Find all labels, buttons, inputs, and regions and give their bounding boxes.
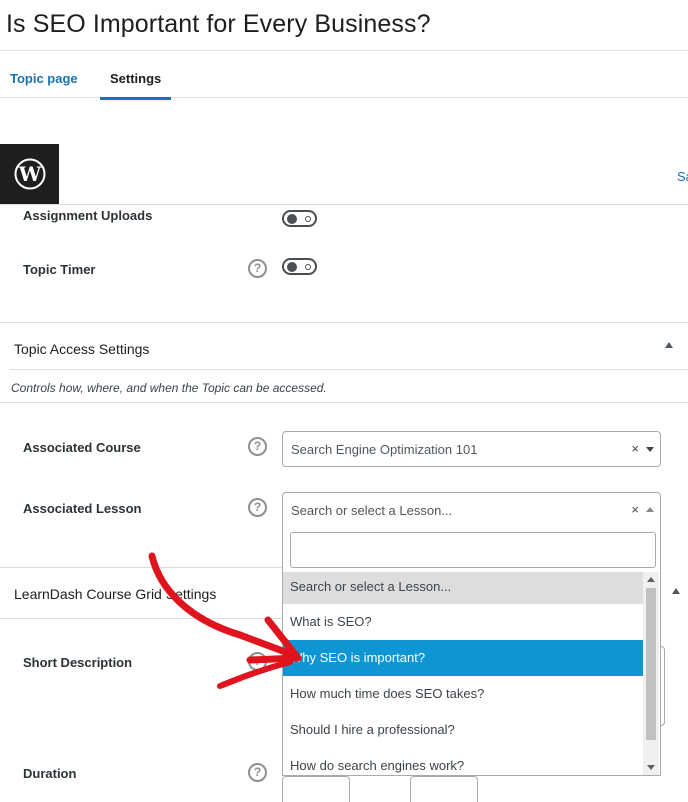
lesson-option[interactable]: Should I hire a professional? (283, 712, 643, 748)
assignment-uploads-toggle[interactable] (282, 210, 317, 227)
associated-course-label: Associated Course (23, 440, 141, 455)
duration-minutes-input[interactable] (410, 776, 478, 802)
lesson-search-input[interactable] (290, 532, 656, 568)
caret-up-icon[interactable] (672, 588, 680, 594)
lesson-option[interactable]: Search or select a Lesson... (283, 572, 643, 604)
tab-settings[interactable]: Settings (100, 51, 172, 100)
chevron-down-icon[interactable] (646, 447, 654, 452)
divider (10, 369, 688, 370)
annotation-arrow-icon (148, 552, 302, 689)
topic-access-description: Controls how, where, and when the Topic … (11, 381, 327, 395)
question-circle-icon[interactable]: ? (248, 498, 267, 517)
question-circle-icon[interactable]: ? (248, 763, 267, 782)
question-circle-icon[interactable]: ? (248, 437, 267, 456)
lesson-dropdown: Search or select a Lesson... What is SEO… (282, 527, 661, 776)
save-link[interactable]: Sa (677, 169, 688, 184)
divider (0, 402, 688, 403)
lesson-option[interactable]: What is SEO? (283, 604, 643, 640)
tab-topic-page[interactable]: Topic page (0, 51, 88, 99)
topic-timer-toggle[interactable] (282, 258, 317, 275)
short-description-label: Short Description (23, 655, 133, 670)
lesson-option[interactable]: How much time does SEO takes? (283, 676, 643, 712)
duration-label: Duration (23, 766, 77, 781)
topic-timer-label: Topic Timer (23, 262, 96, 277)
duration-hours-input[interactable] (282, 776, 350, 802)
wordpress-logo-icon[interactable]: W (0, 144, 59, 204)
scroll-up-icon[interactable] (647, 577, 655, 582)
lesson-option[interactable]: How do search engines work? (283, 748, 643, 775)
assignment-uploads-label: Assignment Uploads (23, 208, 153, 223)
tab-bar: Topic page Settings (0, 50, 688, 100)
associated-lesson-select[interactable]: Search or select a Lesson... × (282, 492, 661, 528)
question-circle-icon[interactable]: ? (248, 259, 267, 278)
lesson-options-list: Search or select a Lesson... What is SEO… (283, 572, 643, 775)
caret-up-icon[interactable] (665, 342, 673, 348)
divider (0, 322, 688, 323)
page-title: Is SEO Important for Every Business? (6, 10, 431, 38)
topic-access-settings-title: Topic Access Settings (14, 341, 150, 357)
lesson-option-highlighted[interactable]: Why SEO is important? (283, 640, 643, 676)
associated-lesson-label: Associated Lesson (23, 501, 142, 516)
associated-course-select[interactable]: Search Engine Optimization 101 × (282, 431, 661, 467)
divider (0, 204, 688, 205)
svg-text:W: W (17, 162, 41, 186)
clear-icon[interactable]: × (631, 502, 639, 517)
associated-lesson-placeholder: Search or select a Lesson... (291, 503, 453, 518)
scroll-down-icon[interactable] (647, 765, 655, 770)
dropdown-scrollbar[interactable] (643, 572, 659, 775)
clear-icon[interactable]: × (631, 441, 639, 456)
associated-course-value: Search Engine Optimization 101 (291, 442, 478, 457)
scrollbar-thumb[interactable] (646, 588, 656, 740)
chevron-up-icon[interactable] (646, 507, 654, 512)
